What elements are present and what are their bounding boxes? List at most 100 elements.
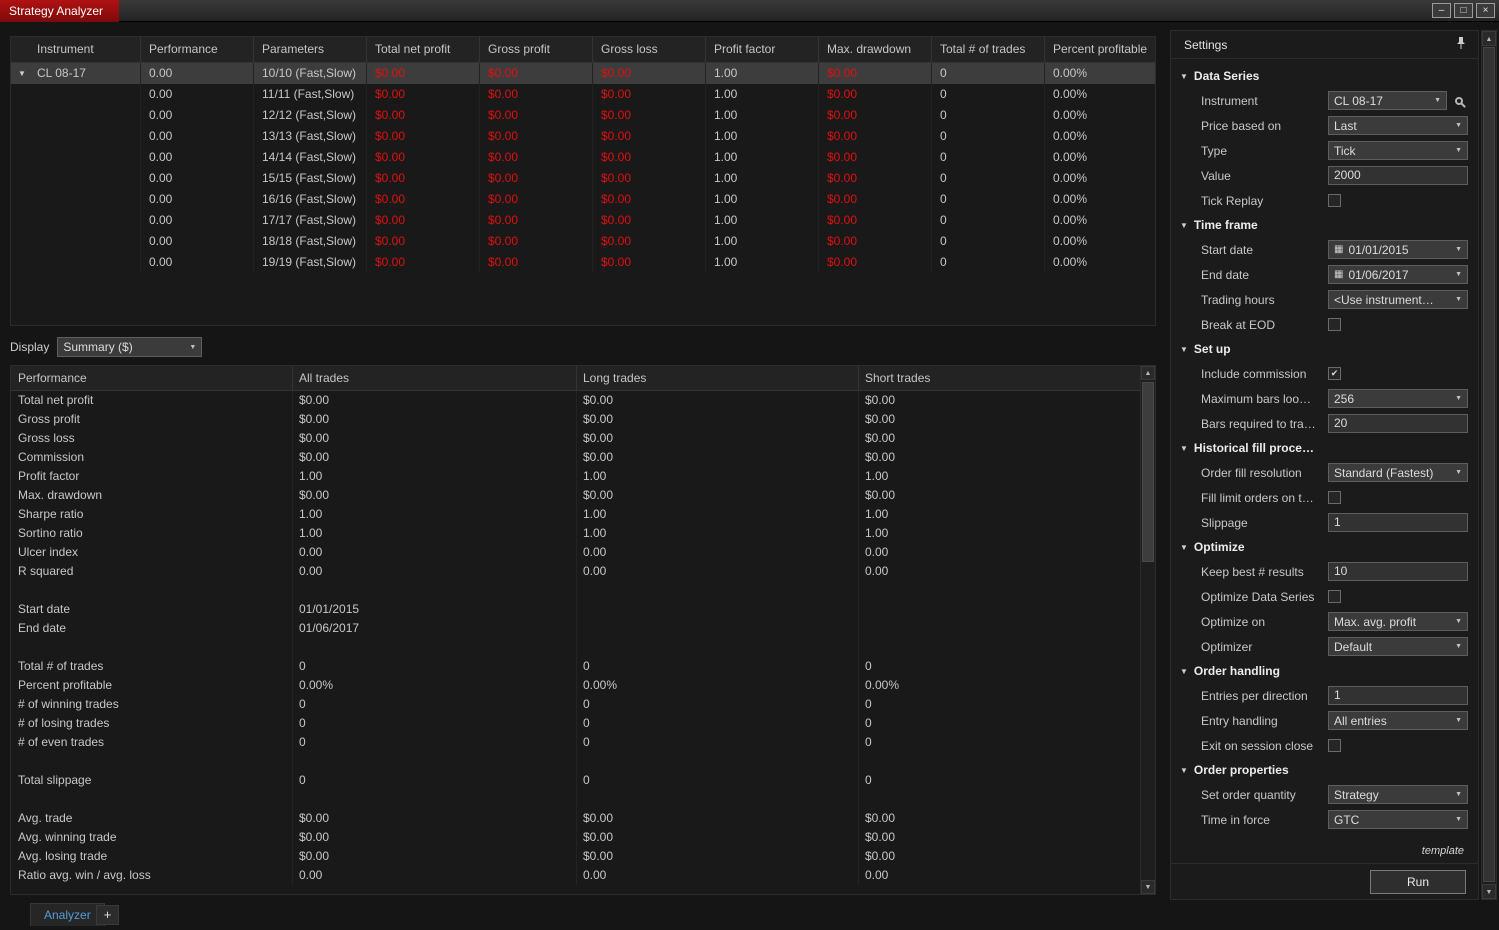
optimizer-dropdown[interactable]: Default ▼ [1328,637,1468,656]
run-button[interactable]: Run [1370,870,1466,894]
type-dropdown[interactable]: Tick ▼ [1328,141,1468,160]
price-based-on-dropdown[interactable]: Last ▼ [1328,116,1468,135]
maximum-bars-loo-dropdown[interactable]: 256 ▼ [1328,389,1468,408]
add-tab-button[interactable]: + [96,905,119,925]
summary-value: 0.00 [865,545,889,559]
setting-control: ✔ [1328,367,1468,380]
scrollbar-thumb[interactable] [1483,47,1495,882]
optimize-data-series-checkbox[interactable] [1328,590,1341,603]
results-cell: 1.00 [706,63,819,84]
display-dropdown[interactable]: Summary ($) ▼ [57,337,203,357]
results-column-header-parameters[interactable]: Parameters [254,37,367,62]
start-date-picker[interactable]: ▦ 01/01/2015 ▼ [1328,240,1468,259]
results-cell: $0.00 [593,147,706,168]
summary-scrollbar[interactable]: ▲ ▼ [1140,366,1155,894]
results-row[interactable]: 0.00 17/17 (Fast,Slow) $0.00 $0.00 $0.00 1.00… [11,210,1155,231]
results-row[interactable]: 0.00 11/11 (Fast,Slow) $0.00 $0.00 $0.00 1.00… [11,84,1155,105]
summary-value: 1.00 [293,467,577,486]
instrument-dropdown[interactable]: CL 08-17 ▼ [1328,91,1447,110]
scroll-down-icon[interactable]: ▼ [1482,884,1496,899]
results-column-header-performance[interactable]: Performance [141,37,254,62]
results-cell: 12/12 (Fast,Slow) [254,105,367,126]
pin-icon[interactable] [1454,36,1468,53]
keep-best-results-input[interactable]: 10 [1328,562,1468,581]
summary-column-header-all-trades[interactable]: All trades [293,366,577,390]
chevron-down-icon: ▼ [1455,271,1462,278]
time-in-force-dropdown[interactable]: GTC ▼ [1328,810,1468,829]
break-at-eod-checkbox[interactable] [1328,318,1341,331]
tick-replay-checkbox[interactable] [1328,194,1341,207]
results-column-header-profit-factor[interactable]: Profit factor [706,37,819,62]
settings-section-order-properties[interactable]: ▼ Order properties [1171,758,1478,782]
settings-section-data-series[interactable]: ▼ Data Series [1171,64,1478,88]
entry-handling-dropdown[interactable]: All entries ▼ [1328,711,1468,730]
settings-section-set-up[interactable]: ▼ Set up [1171,337,1478,361]
expand-row-icon[interactable]: ▼ [18,63,26,84]
setting-label: Order fill resolution [1201,465,1302,480]
fill-limit-orders-on-t-checkbox[interactable] [1328,491,1341,504]
settings-section-historical-fill-proce[interactable]: ▼ Historical fill proce… [1171,436,1478,460]
results-column-header-total-net-profit[interactable]: Total net profit [367,37,480,62]
settings-title: Settings [1184,37,1228,52]
settings-section-order-handling[interactable]: ▼ Order handling [1171,659,1478,683]
scroll-up-icon[interactable]: ▲ [1141,366,1155,380]
exit-on-session-close-checkbox[interactable] [1328,739,1341,752]
close-icon[interactable]: × [1476,3,1495,18]
results-column-header-gross-profit[interactable]: Gross profit [480,37,593,62]
optimize-on-dropdown[interactable]: Max. avg. profit ▼ [1328,612,1468,631]
summary-row: Avg. losing trade $0.00 $0.00 $0.00 [11,847,1140,866]
include-commission-checkbox[interactable]: ✔ [1328,367,1341,380]
summary-value: 0 [577,695,859,714]
selected-value: CL 08-17 [1334,93,1383,108]
summary-column-header-long-trades[interactable]: Long trades [577,366,859,390]
results-row[interactable]: 0.00 15/15 (Fast,Slow) $0.00 $0.00 $0.00 1.00… [11,168,1155,189]
results-column-header-percent-profitable[interactable]: Percent profitable [1045,37,1155,62]
summary-metric-label: Ratio avg. win / avg. loss [11,866,293,885]
scroll-down-icon[interactable]: ▼ [1141,880,1155,894]
results-column-header-max-drawdown[interactable]: Max. drawdown [819,37,932,62]
results-row[interactable]: 0.00 16/16 (Fast,Slow) $0.00 $0.00 $0.00 1.00… [11,189,1155,210]
results-row[interactable]: 0.00 12/12 (Fast,Slow) $0.00 $0.00 $0.00 1.00… [11,105,1155,126]
results-row[interactable]: ▼ CL 08-17 0.00 10/10 (Fast,Slow) $0.00 $0.00… [11,63,1155,84]
results-cell: $0.00 [367,105,480,126]
setting-label: Slippage [1201,515,1248,530]
summary-value: 0.00 [577,562,859,581]
maximize-icon[interactable]: □ [1454,3,1473,18]
summary-column-header-short-trades[interactable]: Short trades [859,366,1140,390]
scrollbar-thumb[interactable] [1142,382,1154,562]
results-column-header-instrument[interactable]: Instrument [11,37,141,62]
template-link[interactable]: template [1422,845,1464,857]
results-row[interactable]: 0.00 14/14 (Fast,Slow) $0.00 $0.00 $0.00 1.00… [11,147,1155,168]
entries-per-direction-input[interactable]: 1 [1328,686,1468,705]
bars-required-to-tra-input[interactable]: 20 [1328,414,1468,433]
results-cell: 0.00% [1053,129,1088,143]
scroll-up-icon[interactable]: ▲ [1482,31,1496,46]
setting-exit-on-session-close: Exit on session close [1171,733,1478,758]
results-cell: $0.00 [819,189,932,210]
settings-section-optimize[interactable]: ▼ Optimize [1171,535,1478,559]
settings-section-time-frame[interactable]: ▼ Time frame [1171,213,1478,237]
settings-scrollbar[interactable]: ▲ ▼ [1481,30,1497,900]
value-input[interactable]: 2000 [1328,166,1468,185]
results-row[interactable]: 0.00 18/18 (Fast,Slow) $0.00 $0.00 $0.00 1.00… [11,231,1155,252]
summary-metric-label: Start date [11,600,293,619]
minimize-icon[interactable]: – [1432,3,1451,18]
trading-hours-dropdown[interactable]: <Use instrument… ▼ [1328,290,1468,309]
summary-value: $0.00 [865,412,896,426]
summary-value: 0.00 [865,564,889,578]
order-fill-resolution-dropdown[interactable]: Standard (Fastest) ▼ [1328,463,1468,482]
end-date-picker[interactable]: ▦ 01/06/2017 ▼ [1328,265,1468,284]
set-order-quantity-dropdown[interactable]: Strategy ▼ [1328,785,1468,804]
summary-value: $0.00 [865,488,896,502]
results-row[interactable]: 0.00 19/19 (Fast,Slow) $0.00 $0.00 $0.00 1.00… [11,252,1155,273]
results-column-header-gross-loss[interactable]: Gross loss [593,37,706,62]
results-column-header-total-of-trades[interactable]: Total # of trades [932,37,1045,62]
summary-column-header-performance[interactable]: Performance [11,366,293,390]
search-icon[interactable] [1455,96,1463,105]
tab-analyzer[interactable]: Analyzer [30,903,105,926]
selected-value: All entries [1334,713,1387,728]
results-cell: 0 [932,84,1045,105]
slippage-input[interactable]: 1 [1328,513,1468,532]
results-cell: 10/10 (Fast,Slow) [254,63,367,84]
results-row[interactable]: 0.00 13/13 (Fast,Slow) $0.00 $0.00 $0.00 1.00… [11,126,1155,147]
